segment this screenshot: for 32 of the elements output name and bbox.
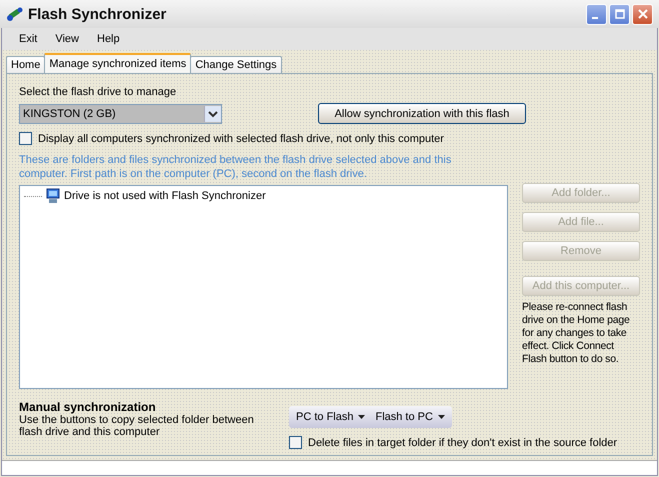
checkbox[interactable]	[19, 132, 32, 145]
sync-dropdown-button[interactable]: Flash to PC	[370, 406, 450, 428]
checkbox-label: Display all computers synchronized with selected flash drive, not only this computer	[38, 132, 444, 144]
sync-dropdown-button[interactable]: PC to Flash	[291, 406, 370, 428]
notice-text: Please re-connect flash drive on the Home page for any changes to take effect. Click Connect Flash button to do so.	[522, 301, 631, 366]
section-title: Manual synchronization	[19, 400, 157, 414]
checkbox-label: Delete files in target folder if they don't exist in the source folder	[308, 436, 618, 448]
menu-item[interactable]: Exit	[10, 33, 46, 45]
drive-select-label: Select the flash drive to manage	[19, 86, 178, 98]
close-button[interactable]	[632, 4, 653, 24]
caret-icon	[358, 415, 366, 419]
tree-view[interactable]: Drive is not used with Flash Synchronizer	[19, 185, 508, 389]
tree-item[interactable]: Drive is not used with Flash Synchronizer	[64, 190, 266, 202]
minimize-icon	[592, 16, 598, 18]
description-text: These are folders and files synchronized between the flash drive selected above and this computer. First path is on the computer (PC), second on the flash drive.	[19, 153, 452, 181]
app-icon	[6, 6, 24, 22]
close-icon	[638, 9, 648, 19]
menu-item[interactable]: View	[46, 33, 88, 45]
drive-dropdown[interactable]: KINGSTON (2 GB)	[19, 104, 222, 124]
computer-icon	[45, 188, 61, 204]
tab[interactable]: Manage synchronized items	[44, 53, 192, 73]
caret-icon	[438, 415, 445, 419]
checkbox[interactable]	[289, 436, 302, 449]
section-description: Use the buttons to copy selected folder between flash drive and this computer	[19, 414, 255, 438]
allow-sync-button[interactable]: Allow synchronization with this flash	[318, 103, 526, 124]
minimize-button[interactable]	[586, 4, 607, 24]
menu-item[interactable]: Help	[88, 33, 129, 45]
window-title: Flash Synchronizer	[28, 6, 166, 22]
tab[interactable]: Home	[6, 56, 46, 73]
maximize-icon	[614, 9, 624, 19]
tab[interactable]: Change Settings	[190, 56, 282, 73]
maximize-button[interactable]	[609, 4, 630, 24]
